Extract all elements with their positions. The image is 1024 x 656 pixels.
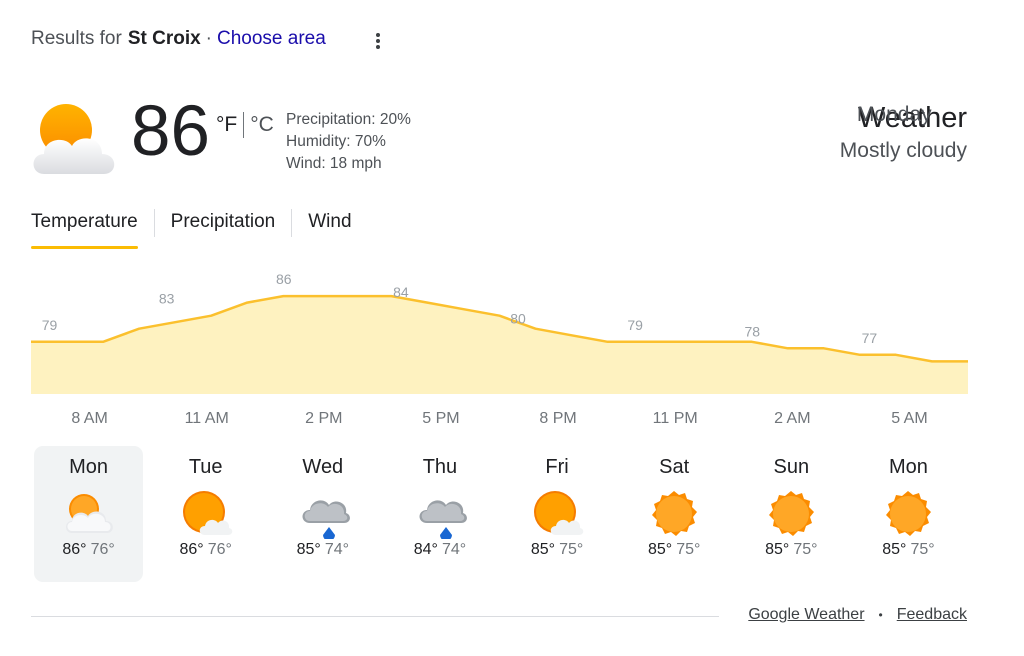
temperature-point-label: 79 bbox=[42, 317, 58, 333]
humidity-detail: Humidity: 70% bbox=[286, 133, 386, 150]
forecast-low: 75° bbox=[910, 541, 935, 558]
fahrenheit-button[interactable]: °F bbox=[216, 113, 237, 137]
forecast-low: 76° bbox=[207, 541, 232, 558]
celsius-button[interactable]: °C bbox=[250, 113, 274, 137]
partly-cloudy-icon bbox=[62, 489, 116, 539]
sun-behind-cloud-icon bbox=[530, 489, 584, 539]
forecast-day-name: Thu bbox=[422, 456, 458, 478]
sun-behind-cloud-icon bbox=[179, 489, 233, 539]
time-tick-label: 5 PM bbox=[422, 410, 460, 427]
feedback-link[interactable]: Feedback bbox=[897, 606, 967, 624]
tab-divider bbox=[153, 209, 155, 237]
forecast-day-name: Sat bbox=[659, 456, 690, 478]
forecast-low: 74° bbox=[324, 541, 350, 558]
forecast-day-name: Wed bbox=[302, 456, 344, 478]
sun-icon bbox=[881, 489, 935, 539]
forecast-high: 85° bbox=[647, 541, 673, 558]
sun-icon bbox=[764, 489, 818, 539]
time-axis: 8 AM 11 AM 2 PM 5 PM 8 PM 11 PM 2 AM 5 AM bbox=[31, 410, 968, 430]
forecast-low: 74° bbox=[441, 541, 467, 558]
unit-toggle: °F °C bbox=[216, 112, 274, 138]
forecast-temps: 85° 75° bbox=[737, 541, 846, 559]
forecast-day-name: Fri bbox=[545, 456, 569, 478]
temperature-point-label: 83 bbox=[159, 291, 175, 307]
tab-precipitation[interactable]: Precipitation bbox=[171, 209, 276, 249]
google-weather-link[interactable]: Google Weather bbox=[748, 606, 864, 624]
forecast-high: 84° bbox=[413, 541, 438, 558]
forecast-day[interactable]: Sun 85° 75° bbox=[737, 446, 846, 582]
temperature-chart[interactable]: 79 83 86 84 80 79 78 77 bbox=[31, 270, 968, 394]
header-separator: · bbox=[205, 28, 212, 49]
rain-cloud-icon bbox=[296, 489, 350, 541]
time-tick-label: 8 AM bbox=[71, 410, 108, 427]
forecast-low: 75° bbox=[793, 541, 818, 558]
wind-detail: Wind: 18 mph bbox=[286, 155, 382, 172]
temperature-area bbox=[31, 296, 968, 394]
time-tick-label: 2 PM bbox=[305, 410, 343, 427]
forecast-temps: 85° 74° bbox=[268, 541, 377, 559]
time-tick-label: 11 AM bbox=[184, 410, 229, 427]
forecast-high: 85° bbox=[765, 541, 790, 558]
results-prefix: Results for bbox=[31, 28, 122, 49]
current-temperature: 86 bbox=[131, 92, 210, 171]
time-tick-label: 5 AM bbox=[891, 410, 928, 427]
temperature-chart-svg: 79 83 86 84 80 79 78 77 bbox=[31, 271, 968, 394]
daily-forecast: Mon 86° 76° Tue 86° 76° Wed 85° 74° Thu 84° 74° Fri 8… bbox=[30, 446, 975, 582]
more-options-icon[interactable] bbox=[369, 30, 387, 52]
forecast-temps: 86° 76° bbox=[34, 541, 143, 559]
forecast-temps: 84° 74° bbox=[385, 541, 494, 559]
precipitation-detail: Precipitation: 20% bbox=[286, 111, 411, 128]
temperature-point-label: 84 bbox=[393, 284, 409, 300]
time-tick-label: 8 PM bbox=[539, 410, 577, 427]
temperature-point-label: 79 bbox=[627, 317, 643, 333]
temperature-point-label: 78 bbox=[745, 323, 761, 339]
forecast-low: 75° bbox=[559, 541, 584, 558]
temperature-point-label: 80 bbox=[510, 310, 526, 326]
forecast-day-name: Sun bbox=[773, 456, 810, 478]
footer: Google Weather • Feedback bbox=[748, 606, 967, 624]
temperature-point-label: 77 bbox=[862, 330, 878, 346]
partly-cloudy-icon bbox=[30, 100, 120, 180]
forecast-day[interactable]: Tue 86° 76° bbox=[151, 446, 260, 582]
results-header: Results for St Croix · Choose area bbox=[31, 28, 326, 50]
forecast-temps: 85° 75° bbox=[620, 541, 729, 559]
forecast-day-name: Mon bbox=[888, 456, 928, 478]
time-tick-label: 2 AM bbox=[774, 410, 811, 427]
forecast-day[interactable]: Thu 84° 74° bbox=[385, 446, 494, 582]
forecast-high: 86° bbox=[179, 541, 204, 558]
choose-area-link[interactable]: Choose area bbox=[217, 28, 326, 50]
forecast-day[interactable]: Mon 85° 75° bbox=[854, 446, 963, 582]
forecast-high: 85° bbox=[882, 541, 907, 558]
unit-divider bbox=[243, 112, 245, 138]
footer-divider bbox=[31, 616, 719, 617]
tab-divider bbox=[291, 209, 293, 237]
forecast-temps: 86° 76° bbox=[151, 541, 260, 559]
forecast-temps: 85° 75° bbox=[854, 541, 963, 559]
summary-day: Monday bbox=[856, 103, 932, 126]
forecast-day-name: Mon bbox=[69, 456, 109, 478]
forecast-day-name: Tue bbox=[188, 456, 223, 478]
weather-details: Precipitation: 20% Humidity: 70% Wind: 1… bbox=[286, 109, 411, 175]
chart-tabs: Temperature Precipitation Wind bbox=[31, 209, 352, 249]
time-tick-label: 11 PM bbox=[652, 410, 698, 427]
forecast-day[interactable]: Sat 85° 75° bbox=[620, 446, 729, 582]
forecast-high: 85° bbox=[530, 541, 556, 558]
sun-icon bbox=[647, 489, 701, 539]
forecast-high: 85° bbox=[296, 541, 321, 558]
forecast-low: 75° bbox=[676, 541, 701, 558]
tab-temperature[interactable]: Temperature bbox=[31, 209, 138, 249]
location-name: St Croix bbox=[127, 28, 201, 49]
rain-cloud-icon bbox=[413, 489, 467, 541]
temperature-point-label: 86 bbox=[276, 271, 292, 287]
tab-wind[interactable]: Wind bbox=[308, 209, 351, 249]
forecast-day[interactable]: Wed 85° 74° bbox=[268, 446, 377, 582]
forecast-day[interactable]: Fri 85° 75° bbox=[503, 446, 612, 582]
forecast-high: 86° bbox=[62, 541, 87, 558]
forecast-temps: 85° 75° bbox=[503, 541, 612, 559]
weather-summary: Weather Monday Mostly cloudy bbox=[840, 100, 967, 165]
forecast-low: 76° bbox=[90, 541, 115, 558]
footer-separator: • bbox=[878, 608, 883, 622]
forecast-day[interactable]: Mon 86° 76° bbox=[34, 446, 144, 582]
